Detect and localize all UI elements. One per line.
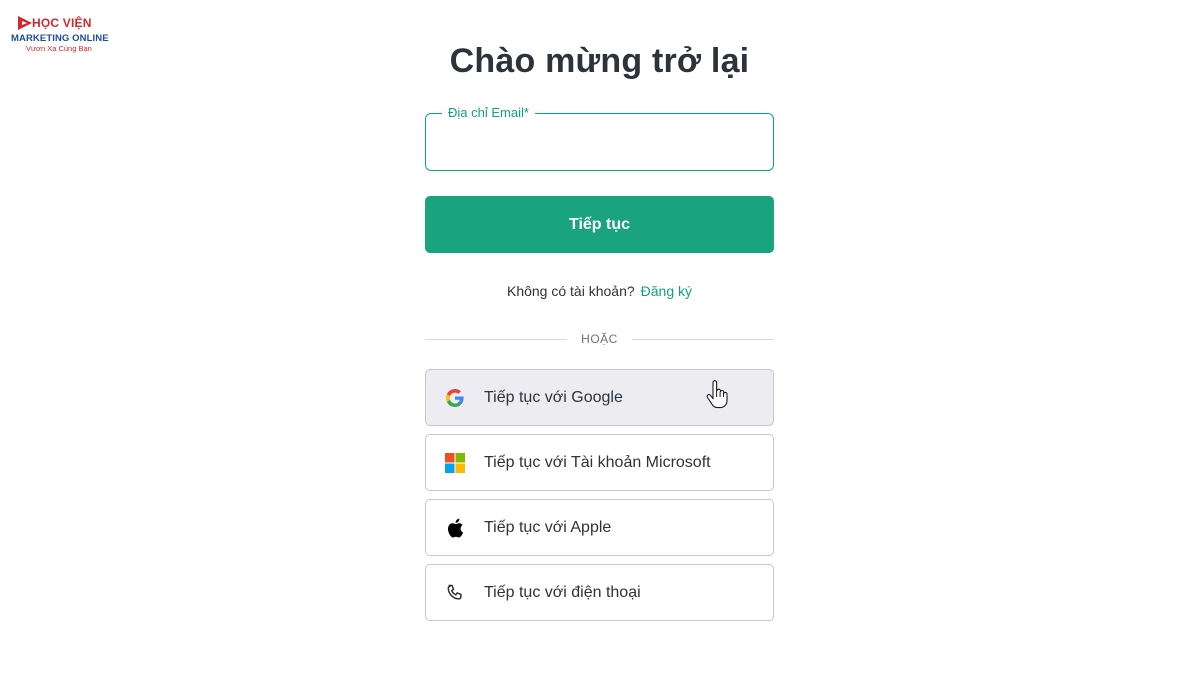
microsoft-login-button[interactable]: Tiếp tục với Tài khoản Microsoft — [425, 434, 774, 491]
apple-login-button[interactable]: Tiếp tục với Apple — [425, 499, 774, 556]
logo-line-2: MARKETING ONLINE — [11, 33, 109, 44]
continue-button[interactable]: Tiếp tục — [425, 196, 774, 253]
microsoft-icon — [444, 452, 466, 474]
phone-login-label: Tiếp tục với điện thoại — [484, 583, 641, 601]
logo-tagline: Vươn Xa Cùng Bạn — [26, 44, 92, 53]
phone-login-button[interactable]: Tiếp tục với điện thoại — [425, 564, 774, 621]
watermark-logo: HỌC VIỆN MARKETING ONLINE Vươn Xa Cùng B… — [10, 12, 120, 56]
google-icon — [444, 387, 466, 409]
hand-cursor-icon — [706, 380, 728, 409]
apple-login-label: Tiếp tục với Apple — [484, 518, 612, 536]
signup-row: Không có tài khoản? Đăng ký — [425, 283, 774, 299]
microsoft-login-label: Tiếp tục với Tài khoản Microsoft — [484, 453, 711, 471]
logo-line-1: HỌC VIỆN — [32, 16, 92, 30]
apple-icon — [444, 517, 466, 539]
signup-prompt: Không có tài khoản? — [506, 283, 635, 299]
google-login-label: Tiếp tục với Google — [484, 388, 623, 406]
phone-icon — [444, 582, 466, 604]
email-field-label: Địa chỉ Email* — [442, 105, 535, 120]
or-divider: HOẶC — [425, 330, 774, 348]
page-title: Chào mừng trở lại — [449, 42, 750, 80]
signup-link[interactable]: Đăng ký — [641, 283, 692, 299]
email-field[interactable]: Địa chỉ Email* — [425, 105, 774, 171]
email-input[interactable] — [440, 128, 758, 156]
divider-line-right — [632, 339, 774, 340]
